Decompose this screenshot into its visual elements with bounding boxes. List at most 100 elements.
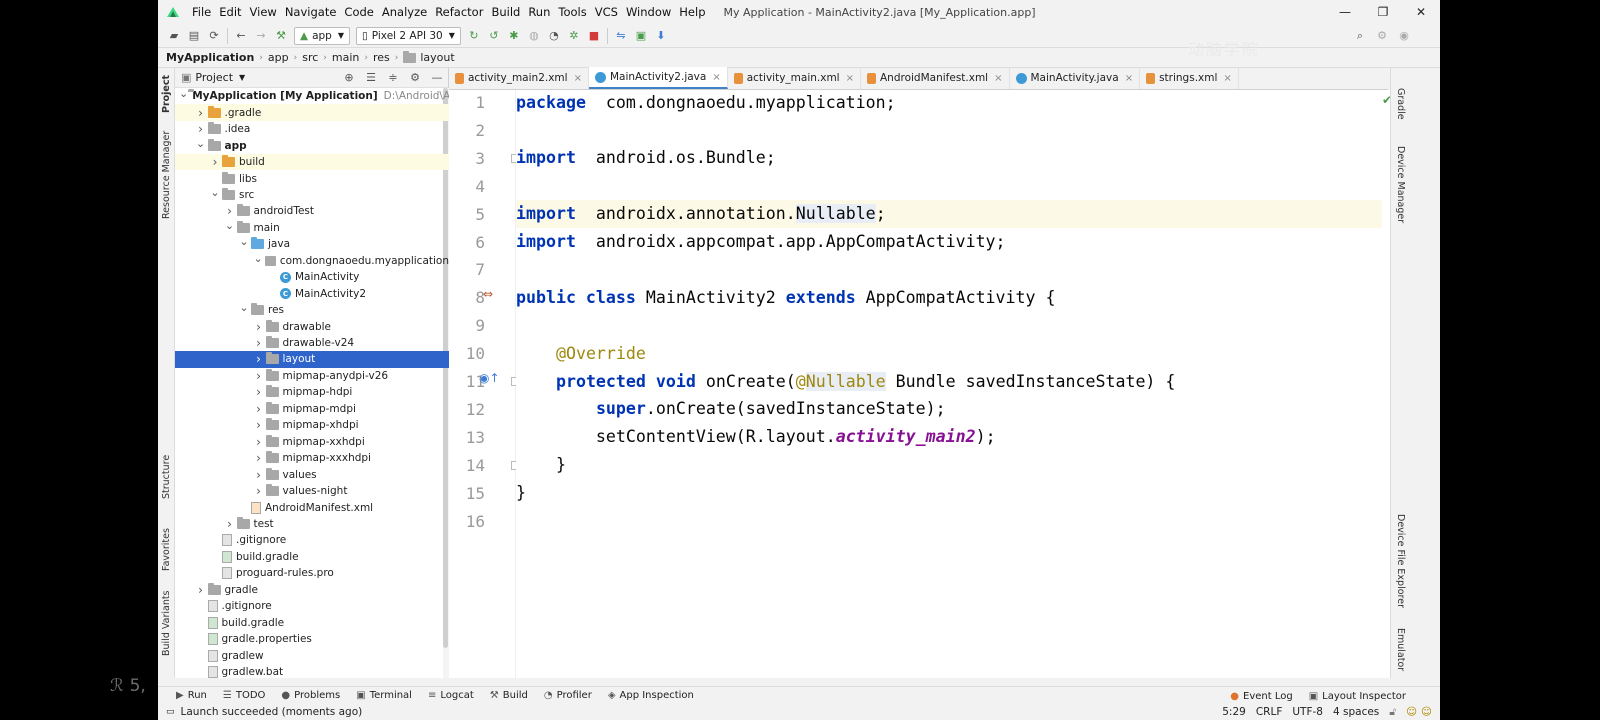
chevron-down-icon[interactable]: ⌄	[208, 186, 222, 199]
settings-gear-icon[interactable]: ⚙	[1372, 27, 1392, 45]
menu-item-analyze[interactable]: Analyze	[378, 5, 431, 19]
stop-icon[interactable]: ■	[584, 27, 604, 45]
settings-gear-icon[interactable]: ⚙	[404, 71, 426, 84]
editor-tab[interactable]: activity_main2.xml ×	[449, 67, 589, 89]
code-line[interactable]: }	[516, 479, 1382, 507]
chevron-right-icon[interactable]: ›	[252, 468, 266, 482]
smiley-feedback-icon[interactable]: ☺	[1421, 706, 1432, 718]
menu-item-code[interactable]: Code	[340, 5, 377, 19]
breadcrumb-item[interactable]: app	[268, 51, 289, 64]
status-square-icon[interactable]: ▭	[166, 707, 175, 717]
tree-node[interactable]: ⌄ java	[175, 235, 449, 253]
chevron-down-icon[interactable]: ⌄	[194, 137, 208, 150]
tree-node[interactable]: ⌄ MyApplication [My Application] D:\Androi…	[175, 88, 449, 105]
tab-structure[interactable]: Structure	[159, 452, 174, 502]
tree-node[interactable]: › drawable	[175, 318, 449, 335]
implemented-activity-icon[interactable]: ⇔	[483, 287, 493, 301]
minimize-button[interactable]: —	[1326, 0, 1364, 24]
chevron-right-icon[interactable]: ›	[252, 451, 266, 465]
menu-item-vcs[interactable]: VCS	[591, 5, 622, 19]
tree-node[interactable]: › test	[175, 516, 449, 533]
status-message[interactable]: Launch succeeded (moments ago)	[181, 706, 363, 718]
tab-emulator[interactable]: Emulator	[1393, 628, 1408, 676]
tool-tab-profiler[interactable]: ◔ Profiler	[544, 690, 592, 701]
tree-node[interactable]: ⌄ main	[175, 219, 449, 237]
tool-tab-run[interactable]: ▶ Run	[176, 690, 207, 701]
tree-node[interactable]: C MainActivity2	[175, 285, 449, 302]
tree-node[interactable]: › layout	[175, 351, 449, 368]
close-tab-icon[interactable]: ×	[574, 73, 582, 84]
tree-node[interactable]: › mipmap-hdpi	[175, 384, 449, 401]
profile-icon[interactable]: ◔	[544, 27, 564, 45]
lock-icon[interactable]: 🔓︎	[1389, 706, 1396, 719]
avatar-icon[interactable]: ◉	[1394, 27, 1414, 45]
chevron-right-icon[interactable]: ›	[194, 122, 208, 136]
indent-setting[interactable]: 4 spaces	[1333, 706, 1379, 718]
sync-gradle-icon[interactable]: ⇋	[611, 27, 631, 45]
code-line[interactable]	[516, 507, 1382, 535]
editor-tab[interactable]: AndroidManifest.xml ×	[861, 67, 1010, 89]
editor-tab[interactable]: MainActivity.java ×	[1010, 67, 1141, 89]
code-line[interactable]: package com.dongnaoedu.myapplication;	[516, 90, 1382, 116]
debug-bug-icon[interactable]: ✱	[504, 27, 524, 45]
menu-item-window[interactable]: Window	[622, 5, 675, 19]
chevron-down-icon[interactable]: ⌄	[237, 301, 251, 314]
apply-changes-restart-icon[interactable]: ↻	[464, 27, 484, 45]
tab-build-variants[interactable]: Build Variants	[159, 590, 174, 656]
tree-node[interactable]: gradlew	[175, 647, 449, 664]
close-button[interactable]: ✕	[1402, 0, 1440, 24]
tab-gradle[interactable]: Gradle	[1393, 88, 1408, 128]
tool-tab-todo[interactable]: ☰ TODO	[223, 690, 266, 701]
close-tab-icon[interactable]: ×	[846, 73, 854, 84]
chevron-down-icon[interactable]: ⌄	[252, 252, 265, 265]
chevron-right-icon[interactable]: ›	[223, 204, 237, 218]
override-method-icon[interactable]: ◉↑	[479, 371, 500, 385]
code-line[interactable]: protected void onCreate(@ Nullable Bundle…	[516, 367, 1382, 395]
sync-icon[interactable]: ⟳	[204, 27, 224, 45]
chevron-right-icon[interactable]: ›	[208, 155, 222, 169]
tab-favorites[interactable]: Favorites	[159, 524, 174, 576]
close-tab-icon[interactable]: ×	[712, 72, 720, 83]
code-line[interactable]: }	[516, 451, 1382, 479]
breadcrumb-item[interactable]: layout	[403, 50, 455, 64]
tree-node[interactable]: › gradle	[175, 582, 449, 599]
tree-node[interactable]: › mipmap-xhdpi	[175, 417, 449, 434]
close-tab-icon[interactable]: ×	[1223, 73, 1231, 84]
tab-project[interactable]: Project	[159, 74, 174, 114]
chevron-right-icon[interactable]: ›	[252, 418, 266, 432]
tool-tab-app-inspection[interactable]: ◈ App Inspection	[608, 690, 694, 701]
tree-node[interactable]: ⌄ res	[175, 301, 449, 319]
tree-node[interactable]: › drawable-v24	[175, 335, 449, 352]
tree-node[interactable]: › mipmap-xxhdpi	[175, 433, 449, 450]
attach-debugger-icon[interactable]: ✲	[564, 27, 584, 45]
tree-node[interactable]: › values	[175, 466, 449, 483]
breadcrumb-item[interactable]: MyApplication	[166, 51, 254, 64]
tree-node[interactable]: › values-night	[175, 483, 449, 500]
chevron-right-icon[interactable]: ›	[194, 106, 208, 120]
tree-node[interactable]: › build	[175, 153, 449, 171]
open-folder-icon[interactable]: ▰	[164, 27, 184, 45]
tree-node[interactable]: C MainActivity	[175, 269, 449, 286]
tree-node[interactable]: ⌄ com.dongnaoedu.myapplication	[175, 252, 449, 270]
menu-item-view[interactable]: View	[246, 5, 281, 19]
tab-resource-manager[interactable]: Resource Manager	[159, 130, 174, 220]
close-tab-icon[interactable]: ×	[994, 73, 1002, 84]
tree-node[interactable]: › mipmap-xxxhdpi	[175, 450, 449, 467]
tab-device-file-explorer[interactable]: Device File Explorer	[1393, 514, 1408, 624]
tree-node[interactable]: › .idea	[175, 121, 449, 138]
chevron-down-icon[interactable]: ⌄	[237, 235, 251, 248]
menu-item-refactor[interactable]: Refactor	[431, 5, 487, 19]
search-icon[interactable]: ⌕	[1350, 27, 1370, 45]
make-project-hammer-icon[interactable]: ⚒	[271, 27, 291, 45]
chevron-down-icon[interactable]: ▼	[239, 73, 245, 82]
editor-tab[interactable]: strings.xml ×	[1140, 67, 1239, 89]
file-encoding[interactable]: UTF-8	[1292, 706, 1323, 718]
locate-file-icon[interactable]: ⊕	[338, 71, 360, 84]
run-configuration-select[interactable]: ▲ app ▼	[294, 26, 350, 45]
tree-node[interactable]: › androidTest	[175, 203, 449, 220]
code-line[interactable]: setContentView(R.layout. activity_main2);	[516, 423, 1382, 451]
tree-node[interactable]: proguard-rules.pro	[175, 565, 449, 582]
hide-panel-icon[interactable]: —	[426, 71, 448, 84]
tool-tab-event-log[interactable]: ● Event Log	[1230, 691, 1292, 702]
menu-item-help[interactable]: Help	[675, 5, 709, 19]
